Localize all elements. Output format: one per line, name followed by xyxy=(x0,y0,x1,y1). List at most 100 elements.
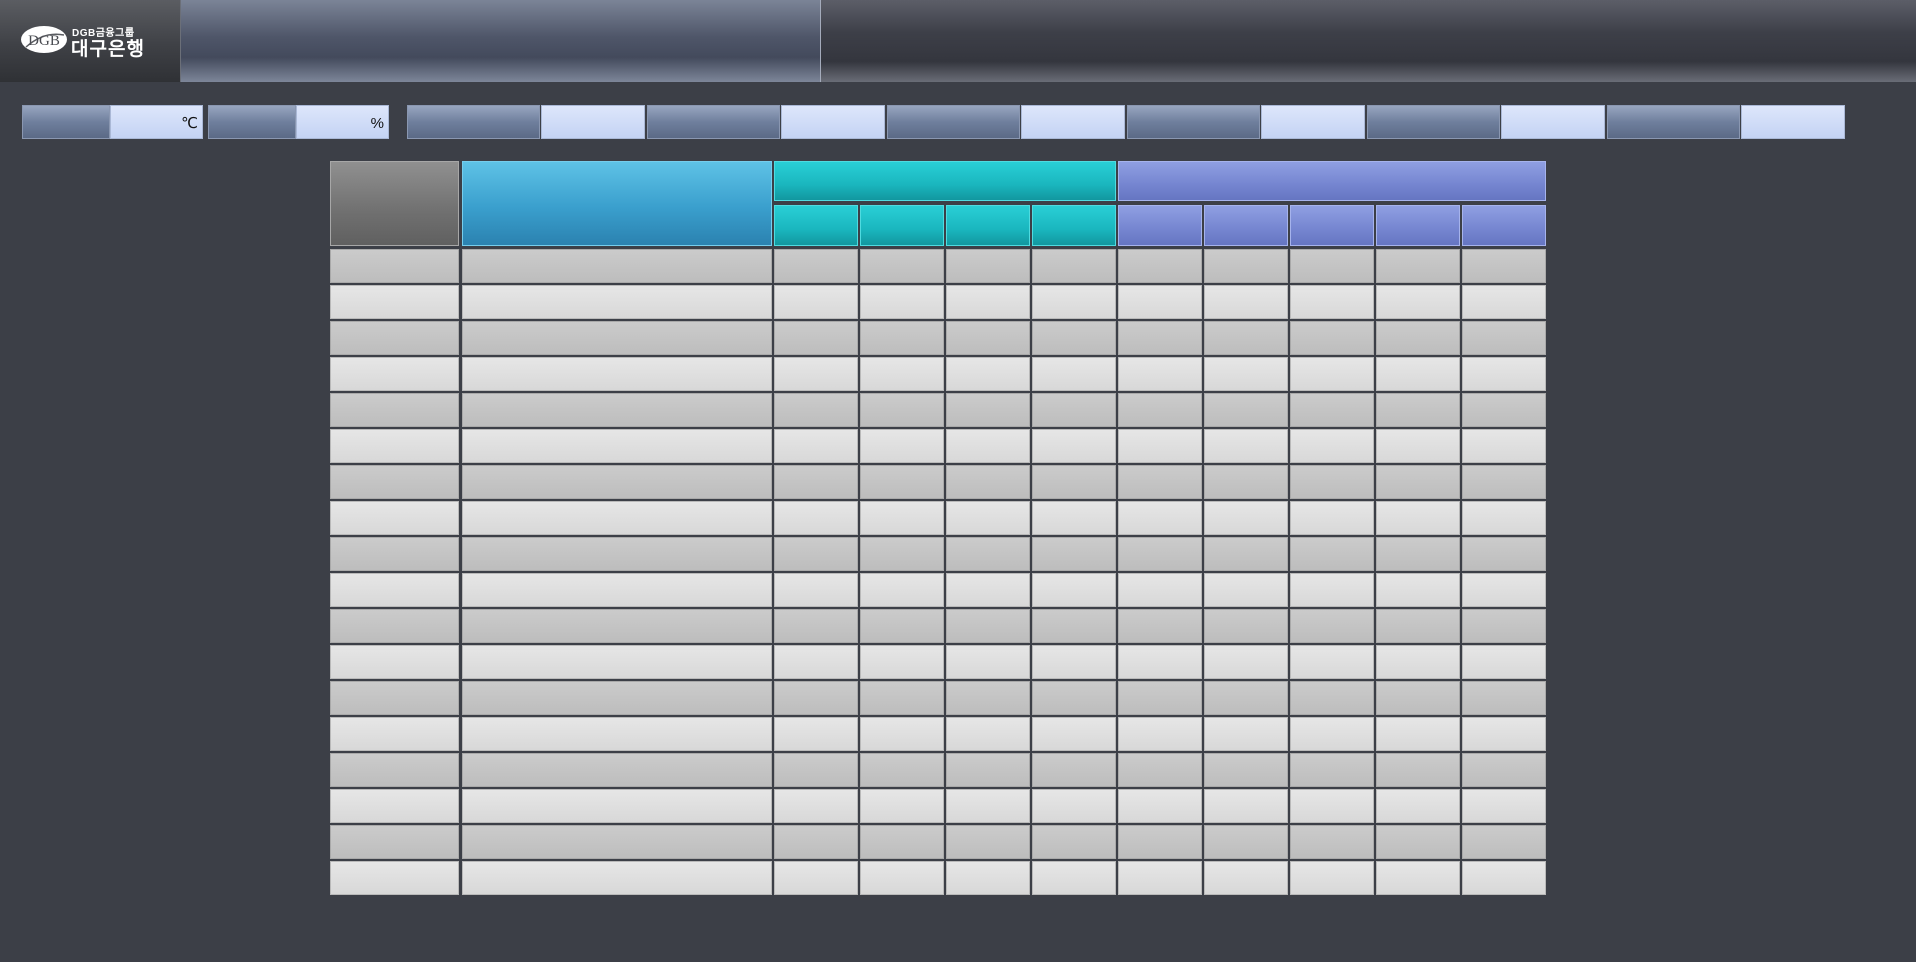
table-cell xyxy=(860,789,944,823)
table-cell xyxy=(1118,465,1202,499)
logo-mark-text: DGB xyxy=(28,33,60,49)
table-cell xyxy=(1376,321,1460,355)
table-cell xyxy=(1118,285,1202,319)
table-cell xyxy=(1032,825,1116,859)
header-title-panel xyxy=(181,0,821,82)
table-cell xyxy=(946,789,1030,823)
table-cell xyxy=(330,357,459,391)
table-cell xyxy=(462,357,772,391)
table-cell xyxy=(1032,753,1116,787)
table-cell xyxy=(860,465,944,499)
table-cell xyxy=(774,429,858,463)
table-cell xyxy=(1118,249,1202,283)
table-cell xyxy=(860,717,944,751)
logo-name: 대구은행 xyxy=(71,39,145,60)
info-value-7 xyxy=(1501,105,1605,139)
table-cell xyxy=(1376,249,1460,283)
table-cell xyxy=(1032,285,1116,319)
table-cell xyxy=(462,249,772,283)
table-cell xyxy=(1462,753,1546,787)
table-cell xyxy=(1204,753,1288,787)
table-cell xyxy=(860,825,944,859)
table-cell xyxy=(1118,537,1202,571)
info-label-1 xyxy=(22,105,110,139)
info-label-6 xyxy=(1127,105,1260,139)
table-cell xyxy=(1032,789,1116,823)
table-cell xyxy=(860,537,944,571)
table-cell xyxy=(774,393,858,427)
table-cell xyxy=(1376,717,1460,751)
table-cell xyxy=(330,861,459,895)
table-cell xyxy=(1204,393,1288,427)
table-cell xyxy=(1462,465,1546,499)
dgb-logo-icon: DGB xyxy=(21,26,67,53)
table-cell xyxy=(330,609,459,643)
table-cell xyxy=(330,249,459,283)
table-cell xyxy=(774,249,858,283)
percent-unit: % xyxy=(370,115,384,132)
header-group-a-sub-3 xyxy=(946,205,1030,246)
table-cell xyxy=(1204,681,1288,715)
celsius-unit: ℃ xyxy=(181,115,198,132)
table-cell xyxy=(774,789,858,823)
info-value-6 xyxy=(1261,105,1365,139)
table-cell xyxy=(1032,501,1116,535)
table-cell xyxy=(1032,429,1116,463)
table-cell xyxy=(1204,609,1288,643)
table-cell xyxy=(774,537,858,571)
table-cell xyxy=(330,825,459,859)
table-cell xyxy=(946,537,1030,571)
table-cell xyxy=(1290,321,1374,355)
table-cell xyxy=(1376,645,1460,679)
table-cell xyxy=(1462,645,1546,679)
table-cell xyxy=(860,573,944,607)
info-value-4 xyxy=(781,105,885,139)
table-cell xyxy=(946,501,1030,535)
table-cell xyxy=(1376,861,1460,895)
table-cell xyxy=(330,537,459,571)
table-cell xyxy=(1462,321,1546,355)
header: DGB DGB금융그룹 대구은행 xyxy=(0,0,1916,82)
table-cell xyxy=(1462,429,1546,463)
table-cell xyxy=(946,645,1030,679)
table-cell xyxy=(1118,429,1202,463)
table-cell xyxy=(1204,537,1288,571)
table-cell xyxy=(462,717,772,751)
table-cell xyxy=(1290,645,1374,679)
table-cell xyxy=(330,573,459,607)
table-cell xyxy=(1032,393,1116,427)
table-cell xyxy=(1204,825,1288,859)
table-cell xyxy=(946,465,1030,499)
table-cell xyxy=(462,825,772,859)
table-cell xyxy=(1376,573,1460,607)
table-cell xyxy=(1032,681,1116,715)
table-cell xyxy=(1032,717,1116,751)
table-cell xyxy=(946,321,1030,355)
table-cell xyxy=(1376,465,1460,499)
table-cell xyxy=(774,717,858,751)
table-cell xyxy=(1290,681,1374,715)
header-group-a-sub-1 xyxy=(774,205,858,246)
table-cell xyxy=(1118,681,1202,715)
table-cell xyxy=(462,861,772,895)
table-cell xyxy=(946,393,1030,427)
table-cell xyxy=(1376,501,1460,535)
table-cell xyxy=(1462,789,1546,823)
table-cell xyxy=(774,753,858,787)
info-label-8 xyxy=(1607,105,1740,139)
table-cell xyxy=(462,609,772,643)
table-cell xyxy=(1118,609,1202,643)
table-cell xyxy=(1118,573,1202,607)
table-cell xyxy=(1462,357,1546,391)
table-cell xyxy=(1290,393,1374,427)
table-cell xyxy=(860,285,944,319)
header-group-a-sub-4 xyxy=(1032,205,1116,246)
table-cell xyxy=(1462,285,1546,319)
info-value-1: ℃ xyxy=(110,105,203,139)
table-cell xyxy=(330,465,459,499)
table-cell xyxy=(1118,825,1202,859)
logo: DGB DGB금융그룹 대구은행 xyxy=(0,0,181,82)
header-group-b-sub-1 xyxy=(1118,205,1202,246)
table-cell xyxy=(1032,573,1116,607)
table-cell xyxy=(1204,285,1288,319)
